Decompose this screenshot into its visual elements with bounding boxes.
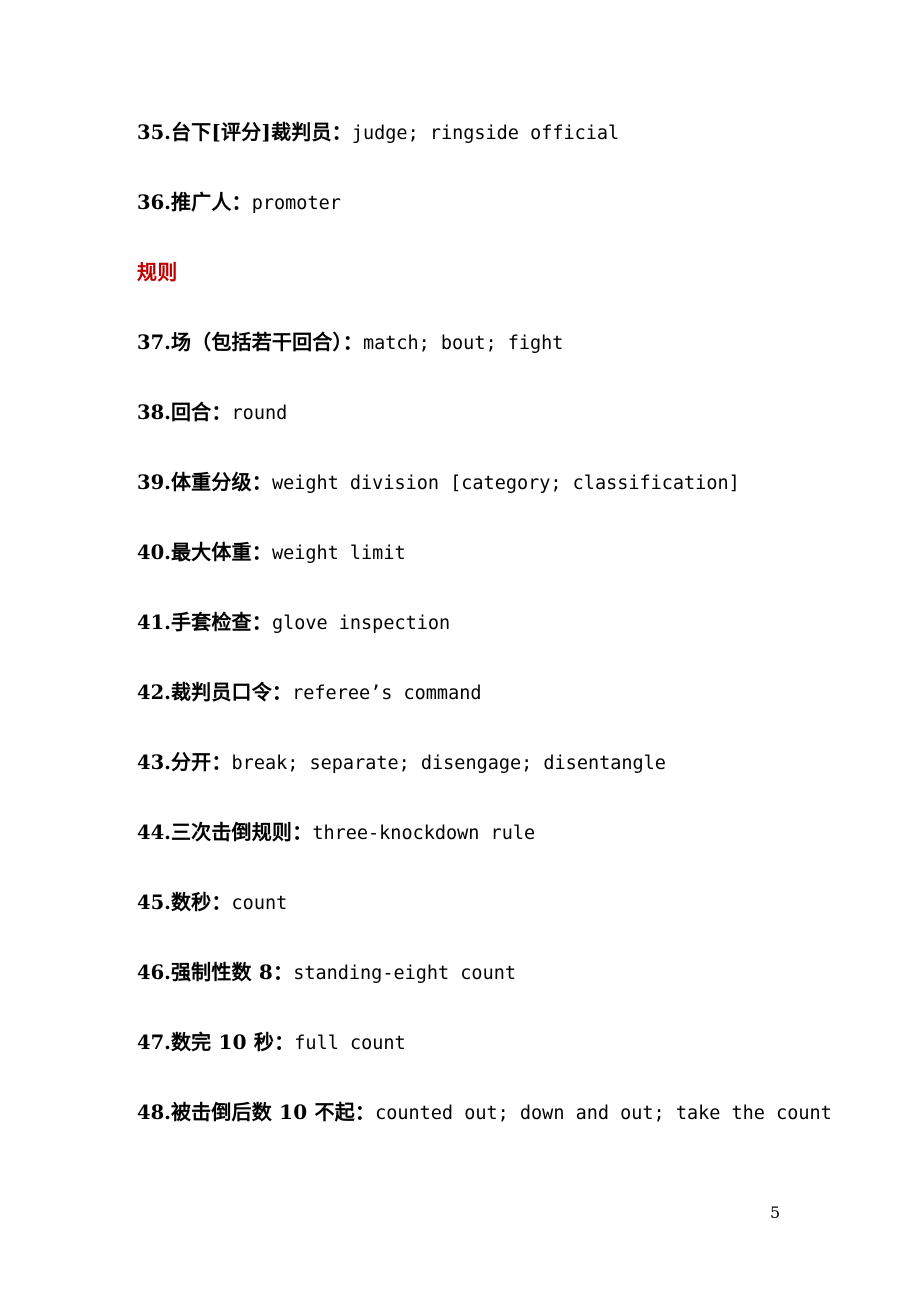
entry-term-chinese: 数秒： [170,890,232,914]
entry-number: 45. [137,891,171,914]
page-number: 5 [770,1203,781,1222]
entry-number: 40. [137,541,171,564]
entry-term-chinese: 数完 10 秒： [170,1030,295,1054]
entry-term-chinese: 强制性数 8： [170,960,294,984]
glossary-entry: 36.推广人：promoter [137,182,837,252]
entry-number: 43. [137,751,171,774]
entry-number: 36. [137,191,171,214]
entry-term-english: weight limit [271,543,406,564]
entry-term-english: break; separate; disengage; disentangle [231,753,666,774]
entry-term-english: counted out; down and out; take the coun… [375,1103,832,1124]
glossary-entry: 43.分开：break; separate; disengage; disent… [137,742,837,812]
entry-term-chinese: 分开： [170,750,232,774]
entry-term-chinese: 裁判员口令： [170,680,293,704]
glossary-entry: 44.三次击倒规则：three-knockdown rule [137,812,837,882]
entry-term-english: count [231,893,288,914]
entry-term-english: weight division [category; classificatio… [271,473,740,494]
glossary-entry: 37.场（包括若干回合）：match; bout; fight [137,322,837,392]
entry-term-chinese: 场（包括若干回合）： [170,330,363,354]
entry-term-english: round [231,403,288,424]
entry-term-chinese: 体重分级： [170,470,272,494]
entry-term-chinese: 回合： [170,400,232,424]
entry-number: 37. [137,331,171,354]
glossary-entry: 45.数秒：count [137,882,837,952]
document-page: 35.台下[评分]裁判员：judge; ringside official 36.… [0,0,920,1302]
entry-term-english: referee’s command [292,683,482,704]
entry-number: 38. [137,401,171,424]
glossary-entry: 47.数完 10 秒：full count [137,1022,837,1092]
entry-number: 47. [137,1031,171,1054]
entry-term-chinese: 手套检查： [170,610,272,634]
entry-number: 39. [137,471,171,494]
glossary-list: 35.台下[评分]裁判员：judge; ringside official 36.… [137,112,837,1162]
glossary-entry: 41.手套检查：glove inspection [137,602,837,672]
entry-term-english: judge; ringside official [351,123,620,144]
entry-term-english: three-knockdown rule [312,823,536,844]
glossary-entry: 35.台下[评分]裁判员：judge; ringside official [137,112,837,182]
entry-number: 41. [137,611,171,634]
section-heading: 规则 [137,252,837,322]
entry-term-english: full count [294,1033,406,1054]
entry-number: 42. [137,681,171,704]
entry-term-english: match; bout; fight [362,333,564,354]
entry-term-english: glove inspection [271,613,451,634]
entry-term-english: standing-eight count [293,963,516,984]
entry-term-chinese: 被击倒后数 10 不起： [170,1100,376,1124]
entry-number: 35. [137,121,171,144]
glossary-entry: 46.强制性数 8：standing-eight count [137,952,837,1022]
entry-term-chinese: 最大体重： [170,540,272,564]
entry-term-english: promoter [251,193,341,214]
entry-number: 46. [137,961,171,984]
glossary-entry: 38.回合：round [137,392,837,462]
section-heading-label: 规则 [137,260,178,284]
glossary-entry: 42.裁判员口令：referee’s command [137,672,837,742]
entry-number: 44. [137,821,171,844]
glossary-entry: 39.体重分级：weight division [category; class… [137,462,837,532]
glossary-entry: 48.被击倒后数 10 不起：counted out; down and out… [137,1092,837,1162]
entry-number: 48. [137,1101,171,1124]
glossary-entry: 40.最大体重：weight limit [137,532,837,602]
entry-term-chinese: 台下[评分]裁判员： [170,120,352,144]
entry-term-chinese: 推广人： [170,190,252,214]
entry-term-chinese: 三次击倒规则： [170,820,313,844]
